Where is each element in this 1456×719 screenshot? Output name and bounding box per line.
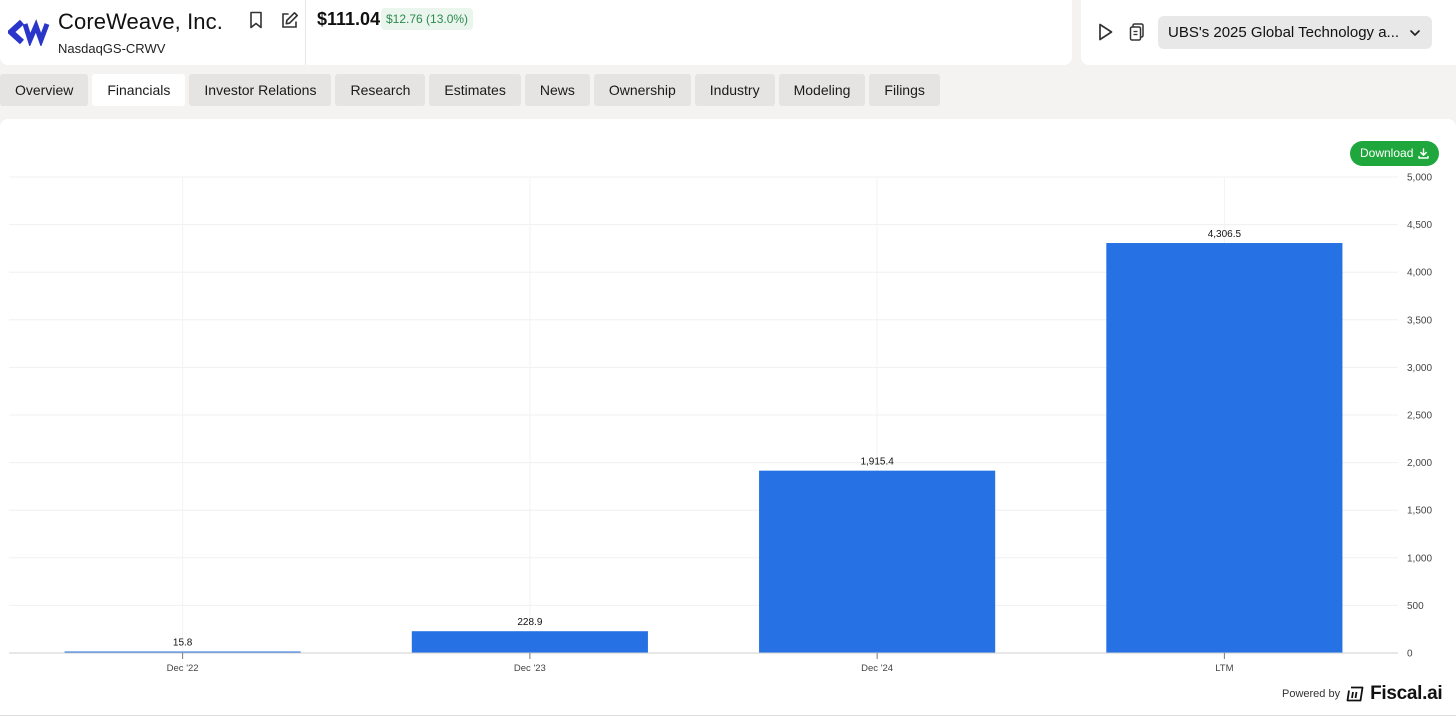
bottom-rule xyxy=(0,715,1456,716)
bar xyxy=(1106,243,1343,654)
x-tick-label: Dec '24 xyxy=(861,663,893,674)
bar xyxy=(411,631,648,653)
x-tick-label: Dec '23 xyxy=(514,663,546,674)
y-tick-label: 2,500 xyxy=(1407,411,1432,422)
bar-value-label: 4,306.5 xyxy=(1208,229,1242,240)
bar xyxy=(759,470,996,653)
powered-by-footer: Powered by Fiscal.ai xyxy=(1282,683,1443,705)
y-tick-label: 500 xyxy=(1407,601,1424,612)
y-tick-label: 1,000 xyxy=(1407,553,1432,564)
x-tick-label: Dec '22 xyxy=(167,663,199,674)
y-tick-label: 0 xyxy=(1407,649,1413,660)
bar-value-label: 15.8 xyxy=(173,637,193,648)
y-tick-label: 2,000 xyxy=(1407,458,1432,469)
revenue-bar-chart: 0 500 1,000 1,500 2,000 2,500 3,000 3,500 4,000 4… xyxy=(9,173,1432,674)
bar-value-label: 1,915.4 xyxy=(860,457,894,468)
fiscal-logo-icon xyxy=(1346,686,1364,702)
y-tick-label: 5,000 xyxy=(1407,173,1432,184)
y-tick-label: 3,000 xyxy=(1407,363,1432,374)
x-tick-label: LTM xyxy=(1215,663,1233,674)
bar-value-label: 228.9 xyxy=(517,617,542,628)
powered-by-text: Powered by xyxy=(1282,688,1341,700)
fiscal-brand-name: Fiscal.ai xyxy=(1370,683,1443,704)
y-tick-label: 1,500 xyxy=(1407,506,1432,517)
y-tick-label: 3,500 xyxy=(1407,315,1432,326)
y-tick-label: 4,000 xyxy=(1407,268,1432,279)
y-tick-label: 4,500 xyxy=(1407,220,1432,231)
